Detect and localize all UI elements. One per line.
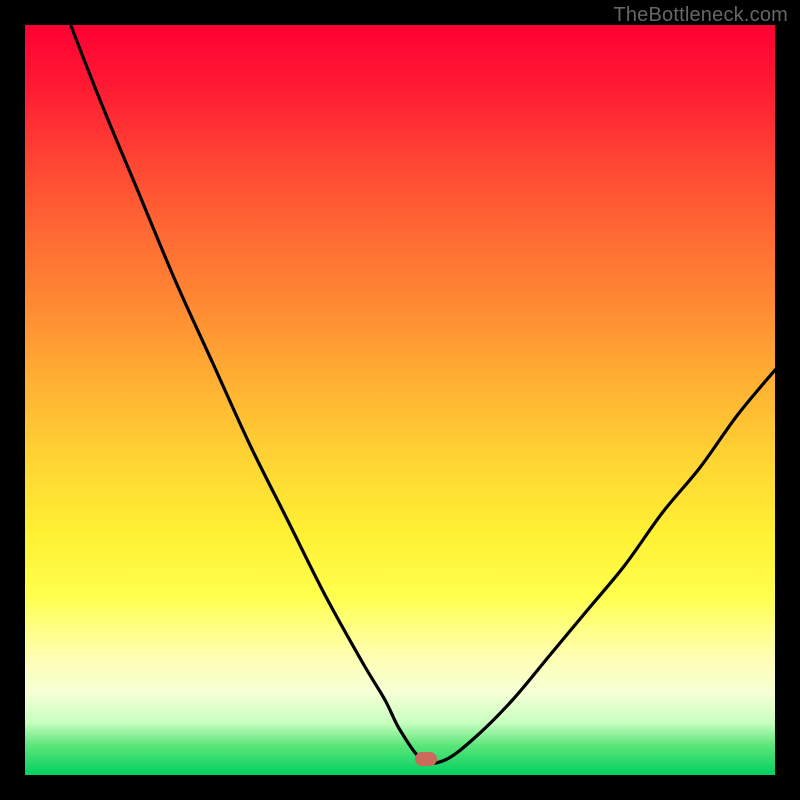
plot-area bbox=[25, 25, 775, 775]
watermark-text: TheBottleneck.com bbox=[613, 4, 788, 27]
bottleneck-curve bbox=[25, 25, 775, 775]
chart-frame: TheBottleneck.com bbox=[0, 0, 800, 800]
minimum-marker bbox=[415, 752, 437, 766]
curve-path bbox=[25, 25, 775, 763]
